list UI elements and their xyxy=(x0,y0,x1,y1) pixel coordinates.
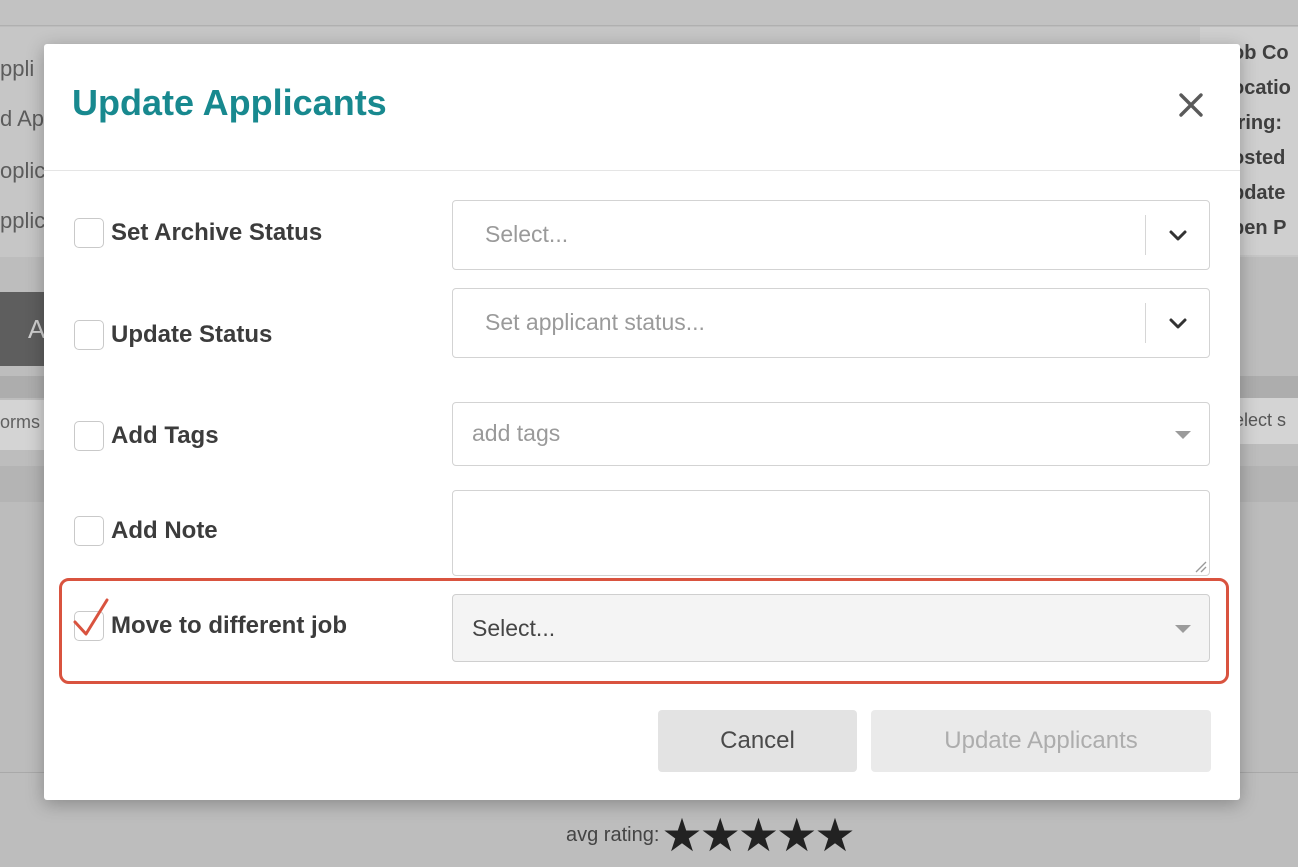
archive-status-label: Set Archive Status xyxy=(111,219,323,246)
background-avg-rating: avg rating: ★★★★★ xyxy=(566,809,856,861)
close-x-icon xyxy=(1179,93,1203,117)
cancel-button[interactable]: Cancel xyxy=(658,710,857,772)
add-tags-input[interactable]: add tags xyxy=(452,402,1210,466)
move-job-checkbox[interactable] xyxy=(74,611,104,641)
add-note-checkbox[interactable] xyxy=(74,516,104,546)
update-status-row: Update Status xyxy=(74,320,272,350)
background-job-info-4: osted xyxy=(1232,147,1286,169)
update-status-checkbox[interactable] xyxy=(74,320,104,350)
update-status-select[interactable]: Set applicant status... xyxy=(452,288,1210,358)
archive-status-select[interactable]: Select... xyxy=(452,200,1210,270)
update-status-placeholder: Set applicant status... xyxy=(485,309,705,335)
select-separator xyxy=(1145,303,1146,343)
close-button[interactable] xyxy=(1176,90,1206,120)
select-separator xyxy=(1145,215,1146,255)
move-job-value: Select... xyxy=(472,615,556,641)
move-job-row: Move to different job xyxy=(74,611,347,641)
background-job-info-6: pen P xyxy=(1232,217,1287,239)
add-note-row: Add Note xyxy=(74,516,218,546)
caret-down-icon xyxy=(1175,431,1191,439)
resize-grip-icon[interactable] xyxy=(1193,559,1207,573)
update-status-label: Update Status xyxy=(111,321,273,348)
add-note-textarea[interactable] xyxy=(452,490,1210,576)
add-tags-label: Add Tags xyxy=(111,422,219,449)
archive-status-checkbox[interactable] xyxy=(74,218,104,248)
background-fragment-2: d Ap xyxy=(0,106,45,131)
caret-down-icon xyxy=(1175,625,1191,633)
add-tags-checkbox[interactable] xyxy=(74,421,104,451)
background-top-bar xyxy=(0,0,1298,26)
update-applicants-button[interactable]: Update Applicants xyxy=(871,710,1211,772)
background-fragment-4: pplic xyxy=(0,208,46,233)
star-rating-icons: ★★★★★ xyxy=(661,809,855,861)
background-job-info-5: pdate xyxy=(1232,182,1286,204)
add-tags-row: Add Tags xyxy=(74,421,219,451)
move-job-select[interactable]: Select... xyxy=(452,594,1210,662)
modal-header: Update Applicants xyxy=(44,44,1240,171)
avg-rating-label: avg rating: xyxy=(566,823,660,846)
archive-status-placeholder: Select... xyxy=(485,221,569,247)
background-fragment-1: ppli xyxy=(0,56,35,81)
add-note-label: Add Note xyxy=(111,517,218,544)
chevron-down-icon xyxy=(1169,230,1187,241)
modal-title: Update Applicants xyxy=(72,82,387,123)
background-fragment-3: oplic xyxy=(0,158,46,183)
background-job-info-1: ob Co xyxy=(1232,42,1289,64)
chevron-down-icon xyxy=(1169,318,1187,329)
archive-status-row: Set Archive Status xyxy=(74,218,322,248)
move-job-label: Move to different job xyxy=(111,612,347,639)
background-job-info-2: ocatio xyxy=(1232,77,1291,99)
update-applicants-modal: Update Applicants Set Archive Status Sel… xyxy=(44,44,1240,800)
add-tags-placeholder: add tags xyxy=(472,420,561,446)
